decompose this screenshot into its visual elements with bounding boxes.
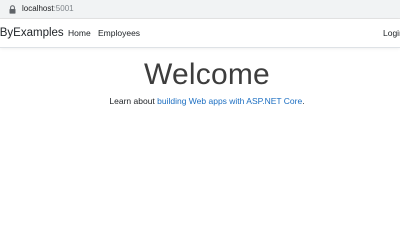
page-title: Welcome [144, 58, 270, 91]
url-text[interactable]: localhost:5001 [22, 3, 74, 15]
nav-link-home[interactable]: Home [68, 27, 91, 39]
intro-text: Learn about building Web apps with ASP.N… [0, 95, 400, 107]
top-navbar: yByExamples Home Employees Login [0, 19, 400, 48]
nav-link-login[interactable]: Login [383, 27, 400, 39]
lock-icon [9, 5, 16, 14]
nav-link-employees[interactable]: Employees [98, 27, 140, 39]
intro-prefix: Learn about [109, 96, 158, 106]
browser-address-bar[interactable]: localhost:5001 [0, 0, 400, 19]
url-host: localhost [22, 4, 54, 13]
navbar-brand[interactable]: yByExamples [0, 26, 64, 40]
aspnet-docs-link[interactable]: building Web apps with ASP.NET Core [157, 96, 302, 106]
url-port: :5001 [53, 4, 74, 13]
intro-suffix: . [302, 96, 305, 106]
